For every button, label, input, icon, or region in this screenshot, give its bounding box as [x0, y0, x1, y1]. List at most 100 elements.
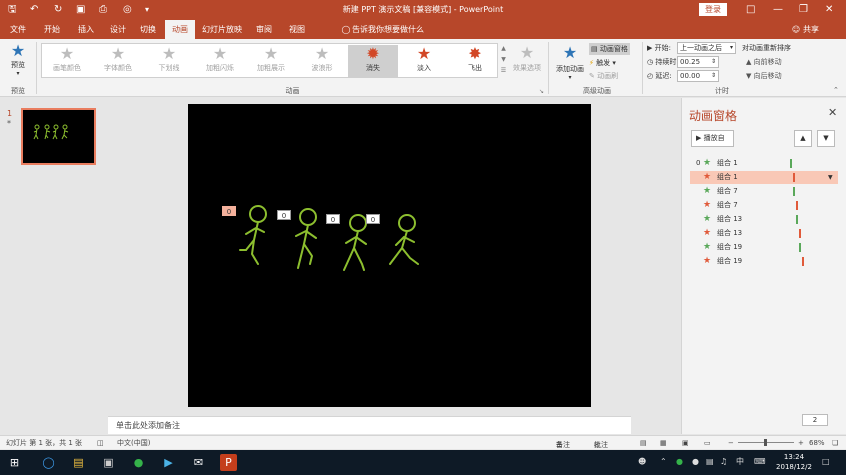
timeline-bar[interactable]	[796, 215, 798, 224]
timeline-bar[interactable]	[799, 229, 801, 238]
chevron-down-icon[interactable]: ▼	[828, 171, 833, 184]
animation-list-item[interactable]: ★ 组合 19	[690, 255, 838, 268]
minimize-icon[interactable]: —	[773, 3, 783, 16]
tab-view[interactable]: 视图	[283, 20, 311, 39]
add-animation-button[interactable]: ★ 添加动画 ▾	[553, 42, 587, 81]
mail-icon[interactable]: ✉	[190, 454, 207, 471]
close-icon[interactable]: ✕	[825, 3, 833, 16]
effect-disappear[interactable]: ✹ 消失	[348, 45, 398, 77]
animation-list-item[interactable]: 0 ★ 组合 1	[690, 157, 838, 170]
tell-me-search[interactable]: 告诉我你想要做什么	[352, 20, 424, 39]
notification-icon[interactable]: □	[822, 455, 830, 469]
zoom-level[interactable]: 68%	[809, 438, 825, 448]
zoom-out-icon[interactable]: −	[728, 438, 734, 448]
timeline-scale-box[interactable]: 2	[802, 414, 828, 426]
effect-font-color[interactable]: ★ 字体颜色	[93, 45, 143, 77]
animation-pane-button[interactable]: ▤ 动画窗格	[589, 43, 630, 55]
store-icon[interactable]: ▣	[100, 454, 117, 471]
timeline-bar[interactable]	[799, 243, 801, 252]
stick-figure[interactable]	[343, 214, 367, 271]
login-button[interactable]: 登录	[699, 3, 727, 16]
effect-bold-reveal[interactable]: ★ 加粗展示	[246, 45, 296, 77]
delay-input[interactable]: 00.00 ⇕	[677, 70, 719, 82]
powerpoint-taskbar-icon[interactable]: P	[220, 454, 237, 471]
gallery-down-icon[interactable]: ▼	[499, 54, 508, 65]
move-later-button[interactable]: ▼ 向后移动	[746, 70, 782, 82]
windows-start-icon[interactable]: ⊞	[6, 454, 23, 471]
animation-tag[interactable]: 0	[222, 206, 236, 216]
timeline-bar[interactable]	[796, 201, 798, 210]
volume-icon[interactable]: ♫	[720, 455, 727, 469]
move-down-button[interactable]: ▼	[817, 130, 835, 147]
tab-slideshow[interactable]: 幻灯片放映	[199, 20, 245, 39]
slide-thumbnail[interactable]	[21, 108, 96, 165]
ribbon-display-icon[interactable]: □	[746, 3, 755, 16]
animation-list-item[interactable]: ★ 组合 1 ▼	[690, 171, 838, 184]
stick-figure[interactable]	[295, 208, 317, 269]
animation-list-item[interactable]: ★ 组合 13	[690, 213, 838, 226]
slideshow-view-icon[interactable]: ▭	[704, 438, 711, 448]
tab-insert[interactable]: 插入	[72, 20, 100, 39]
ime-mode-icon[interactable]: ⌨	[754, 455, 766, 469]
move-earlier-button[interactable]: ▲ 向前移动	[746, 56, 782, 68]
reading-view-icon[interactable]: ▣	[682, 438, 689, 448]
slide-sorter-icon[interactable]: ▦	[660, 438, 667, 448]
tab-home[interactable]: 开始	[38, 20, 66, 39]
tab-review[interactable]: 审阅	[250, 20, 278, 39]
move-up-button[interactable]: ▲	[794, 130, 812, 147]
tab-transitions[interactable]: 切换	[134, 20, 162, 39]
gallery-up-icon[interactable]: ▲	[499, 43, 508, 54]
animation-list-item[interactable]: ★ 组合 7	[690, 185, 838, 198]
tab-animations[interactable]: 动画	[165, 20, 195, 39]
language-status[interactable]: 中文(中国)	[117, 438, 150, 448]
play-from-button[interactable]: ▶ 播放自	[691, 130, 734, 147]
zoom-in-icon[interactable]: +	[798, 438, 804, 448]
timeline-bar[interactable]	[802, 257, 804, 266]
tray-wechat-icon[interactable]: ●	[692, 455, 699, 469]
slide-canvas[interactable]: 0 0 0 0	[188, 104, 591, 407]
accessibility-icon[interactable]: ◫	[97, 438, 104, 448]
timeline-bar[interactable]	[793, 187, 795, 196]
animation-painter-button[interactable]: ✎ 动画刷	[589, 70, 618, 82]
stepper-icon[interactable]: ⇕	[711, 57, 716, 67]
effect-options-button[interactable]: ★ 效果选项	[510, 43, 544, 73]
taskbar-clock[interactable]: 13:24 2018/12/2	[770, 452, 818, 472]
ime-indicator[interactable]: 中	[736, 455, 744, 469]
animation-tag[interactable]: 0	[277, 210, 291, 220]
animation-list-item[interactable]: ★ 组合 19	[690, 241, 838, 254]
effect-bold-flash[interactable]: ★ 加粗闪烁	[195, 45, 245, 77]
share-button[interactable]: 共享	[803, 20, 819, 39]
preview-button[interactable]: ★ 预览 ▾	[4, 42, 32, 78]
effect-brush-color[interactable]: ★ 画笔颜色	[42, 45, 92, 77]
duration-input[interactable]: 00.25 ⇕	[677, 56, 719, 68]
stepper-icon[interactable]: ⇕	[711, 71, 716, 81]
animation-list-item[interactable]: ★ 组合 7	[690, 199, 838, 212]
restore-icon[interactable]: ❐	[799, 3, 808, 16]
network-icon[interactable]: ▤	[706, 455, 714, 469]
dialog-launcher-icon[interactable]: ↘	[539, 88, 544, 95]
tab-design[interactable]: 设计	[104, 20, 132, 39]
collapse-ribbon-icon[interactable]: ⌃	[833, 86, 839, 94]
trigger-button[interactable]: ⚡ 触发 ▾	[589, 57, 616, 69]
effect-fly-out[interactable]: ✸ 飞出	[450, 45, 500, 77]
animation-tag[interactable]: 0	[326, 214, 340, 224]
close-icon[interactable]: ✕	[828, 106, 837, 119]
notes-pane[interactable]: 单击此处添加备注	[108, 416, 631, 434]
normal-view-icon[interactable]: ▤	[640, 438, 647, 448]
effect-fade[interactable]: ★ 淡入	[399, 45, 449, 77]
wechat-icon[interactable]: ●	[130, 454, 147, 471]
effect-underline[interactable]: ★ 下划线	[144, 45, 194, 77]
stick-figure[interactable]	[389, 214, 419, 265]
file-explorer-icon[interactable]: ▤	[70, 454, 87, 471]
gallery-more-icon[interactable]: ☰	[499, 65, 508, 76]
gallery-scroll[interactable]: ▲ ▼ ☰	[499, 43, 508, 78]
media-player-icon[interactable]: ▶	[160, 454, 177, 471]
people-icon[interactable]: ☻	[638, 455, 646, 469]
start-select[interactable]: 上一动画之后 ▾	[677, 42, 736, 54]
animation-tag[interactable]: 0	[366, 214, 380, 224]
timeline-bar[interactable]	[790, 159, 792, 168]
edge-browser-icon[interactable]: ◯	[40, 454, 57, 471]
stick-figure[interactable]	[239, 205, 267, 265]
zoom-slider-thumb[interactable]	[764, 439, 767, 446]
fit-slide-icon[interactable]: ❏	[832, 438, 838, 448]
